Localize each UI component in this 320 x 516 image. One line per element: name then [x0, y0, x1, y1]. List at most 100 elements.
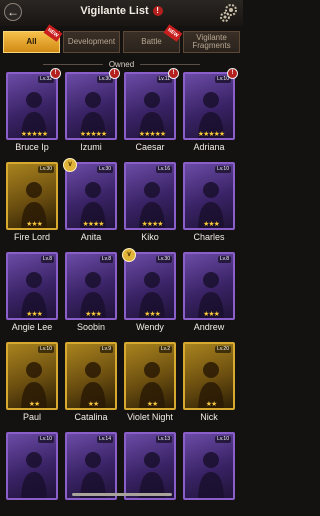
level-badge: Lv.30: [156, 256, 172, 263]
vigilante-card[interactable]: Lv.30 ★★★ ∨ Wendy: [122, 248, 176, 336]
vigilante-name: Adriana: [193, 142, 225, 152]
star-rating: ★★★★★: [20, 131, 48, 138]
portrait-frame: Lv.10 ★★★★★: [183, 72, 235, 140]
vigilante-name: Caesar: [135, 142, 165, 152]
star-rating: ★★★: [203, 311, 220, 318]
vigilante-card[interactable]: Lv.8 ★★★ Angie Lee: [6, 252, 58, 336]
portrait-frame: Lv.10: [6, 432, 58, 500]
portrait-frame: Lv.16 ★★★★: [124, 162, 176, 230]
level-badge: Lv.10: [215, 166, 231, 173]
vigilante-card[interactable]: Lv.8 ★★★ Soobin: [65, 252, 117, 336]
vigilante-card[interactable]: Lv.9 ★★ Catalina: [65, 342, 117, 426]
vigilante-card[interactable]: Lv.10 ★★★ Charles: [183, 162, 235, 246]
vigilante-name: Angie Lee: [11, 322, 53, 332]
vigilante-name: Charles: [193, 232, 225, 242]
portrait-frame: Lv.20 ★★: [183, 342, 235, 410]
vigilante-card[interactable]: Lv.13: [124, 432, 176, 516]
portrait-frame: Lv.30 ★★★★: [65, 162, 117, 230]
star-rating: ★★: [205, 401, 218, 408]
info-icon[interactable]: !: [152, 6, 163, 16]
vigilante-name: Paul: [22, 412, 41, 422]
alert-icon: !: [168, 68, 179, 79]
vigilante-card[interactable]: Lv.10: [183, 432, 235, 516]
star-rating: ★★★★★: [79, 131, 107, 138]
level-badge: Lv.16: [156, 166, 172, 173]
vigilante-card[interactable]: Lv.20 ★★ Nick: [183, 342, 235, 426]
vigilante-name: Andrew: [193, 322, 225, 332]
vigilante-name: Soobin: [76, 322, 106, 332]
star-rating: ★★★★: [82, 221, 104, 228]
portrait-frame: Lv.13: [124, 432, 176, 500]
star-rating: ★★: [87, 401, 100, 408]
vigilante-name: Violet Night: [127, 412, 173, 422]
portrait-frame: Lv.14: [65, 432, 117, 500]
tab-development[interactable]: Development: [63, 31, 120, 53]
new-badge: NEW: [163, 24, 183, 42]
portrait-frame: Lv.11 ★★★★★: [124, 72, 176, 140]
vigilante-card[interactable]: Lv.2 ★★ Violet Night: [124, 342, 176, 426]
home-indicator[interactable]: [72, 493, 172, 496]
top-bar: ← Vigilante List !: [0, 0, 243, 26]
star-rating: ★★★★★: [197, 131, 225, 138]
star-rating: ★★: [28, 401, 41, 408]
level-badge: Lv.10: [215, 436, 231, 443]
star-rating: [8, 490, 56, 498]
tab-vigilante-fragments[interactable]: Vigilante Fragments: [183, 31, 240, 53]
vigilante-name: Nick: [200, 412, 218, 422]
alert-icon: !: [109, 68, 120, 79]
page-title-area: Vigilante List !: [0, 5, 243, 17]
vigilante-card[interactable]: Lv.16 ★★★★ Kiko: [124, 162, 176, 246]
divider: [42, 63, 103, 65]
divider: [140, 63, 201, 65]
level-badge: Lv.10: [38, 346, 54, 353]
vigilante-card[interactable]: Lv.30 ★★★★ ∨ Anita: [63, 158, 117, 246]
vigilante-card[interactable]: Lv.8 ★★★ Andrew: [183, 252, 235, 336]
tab-label: Vigilante Fragments: [192, 33, 231, 50]
vigilante-card[interactable]: Lv.10 ★★★★★! Adriana: [183, 68, 238, 156]
star-rating: [185, 490, 233, 498]
portrait-frame: Lv.2 ★★: [124, 342, 176, 410]
level-badge: Lv.13: [156, 436, 172, 443]
portrait-frame: Lv.10 ★★★: [183, 162, 235, 230]
section-header-owned: Owned: [0, 58, 243, 70]
filter-tabs: All NEW Development Battle NEW Vigilante…: [3, 24, 240, 53]
level-badge: Lv.9: [99, 346, 113, 353]
portrait-frame: Lv.30 ★★★: [124, 252, 176, 320]
vigilante-card[interactable]: Lv.14: [65, 432, 117, 516]
vigilante-card[interactable]: Lv.30 ★★★ Fire Lord: [6, 162, 58, 246]
star-rating: ★★★: [203, 221, 220, 228]
star-rating: ★★★★: [141, 221, 163, 228]
vigilante-name: Catalina: [74, 412, 108, 422]
portrait-frame: Lv.8 ★★★: [6, 252, 58, 320]
star-rating: ★★★: [85, 311, 102, 318]
vigilante-grid: Lv.32 ★★★★★! Bruce Ip Lv.30 ★★★★★! Izumi Lv.11…: [6, 68, 238, 516]
level-badge: Lv.8: [217, 256, 231, 263]
level-badge: Lv.10: [38, 436, 54, 443]
portrait-frame: Lv.10 ★★: [6, 342, 58, 410]
rank-chevron-icon: ∨: [122, 248, 136, 262]
level-badge: Lv.8: [40, 256, 54, 263]
tab-battle[interactable]: Battle NEW: [123, 24, 183, 53]
tab-label: Development: [67, 37, 116, 46]
vigilante-name: Kiko: [141, 232, 159, 242]
page-title: Vigilante List: [80, 5, 149, 17]
vigilante-name: Anita: [80, 232, 102, 242]
vigilante-name: Izumi: [80, 142, 102, 152]
portrait-frame: Lv.10: [183, 432, 235, 500]
vigilante-card[interactable]: Lv.32 ★★★★★! Bruce Ip: [6, 68, 61, 156]
portrait-frame: Lv.8 ★★★: [65, 252, 117, 320]
vigilante-card[interactable]: Lv.10 ★★ Paul: [6, 342, 58, 426]
star-rating: ★★★: [144, 311, 161, 318]
gear-icon[interactable]: [219, 3, 239, 23]
portrait-frame: Lv.30 ★★★★★: [65, 72, 117, 140]
vigilante-card[interactable]: Lv.11 ★★★★★! Caesar: [124, 68, 179, 156]
vigilante-card[interactable]: Lv.30 ★★★★★! Izumi: [65, 68, 120, 156]
tab-label: Battle: [141, 37, 162, 46]
vigilante-name: Bruce Ip: [15, 142, 49, 152]
star-rating: ★★: [146, 401, 159, 408]
star-rating: ★★★★★: [138, 131, 166, 138]
tab-label: All: [26, 37, 37, 46]
tab-all[interactable]: All NEW: [3, 24, 63, 53]
portrait-frame: Lv.30 ★★★: [6, 162, 58, 230]
vigilante-card[interactable]: Lv.10: [6, 432, 58, 516]
